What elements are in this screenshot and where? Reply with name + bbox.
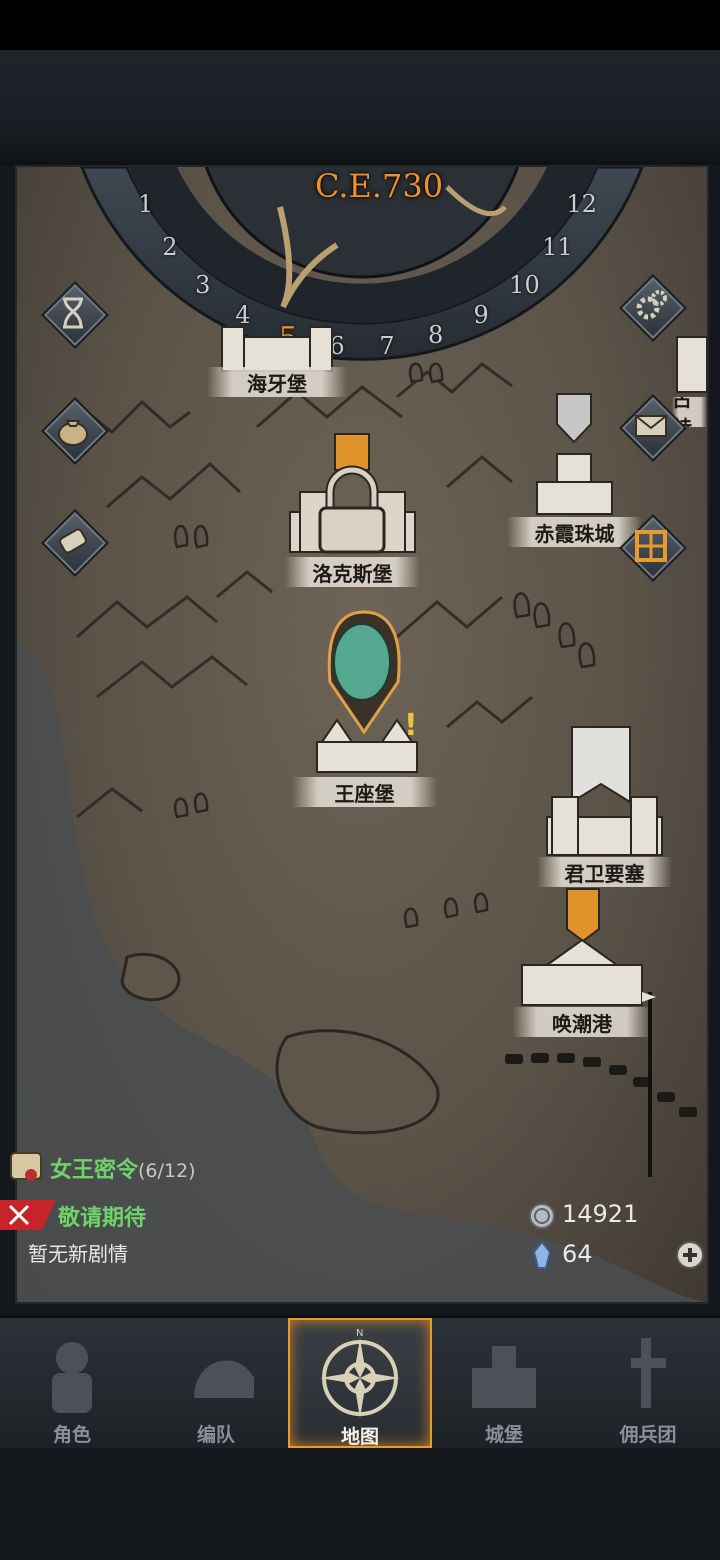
- money-bag-button[interactable]: [41, 397, 109, 465]
- stay-tuned-label: 敬请期待: [58, 1206, 147, 1231]
- plus-icon[interactable]: [675, 1240, 705, 1270]
- banner: [566, 888, 600, 943]
- silver-amount: 14921: [562, 1200, 639, 1228]
- mail-icon: [635, 415, 667, 437]
- tab-label: 佣兵团: [619, 1424, 677, 1446]
- location-junweiyaosai[interactable]: 君卫要塞: [537, 722, 672, 887]
- tab-label: 角色: [52, 1424, 91, 1446]
- castle-icon: [521, 888, 643, 1006]
- crossed-swords-icon: [0, 1200, 56, 1230]
- scroll-button[interactable]: [41, 509, 109, 577]
- castle-tab-icon: [472, 1346, 536, 1408]
- flag-pole: [642, 992, 656, 1177]
- quest-progress: (6/12): [138, 1160, 196, 1182]
- tab-character[interactable]: 角色: [0, 1318, 144, 1448]
- banner: [334, 433, 370, 471]
- road-marks: [505, 1053, 697, 1117]
- hero-marker: !: [316, 610, 418, 773]
- tab-label: 地图: [340, 1426, 379, 1448]
- knight-icon: [52, 1342, 92, 1413]
- hourglass-button[interactable]: [41, 281, 109, 349]
- world-map[interactable]: C.E.730 123456789101112 海牙堡 洛克斯堡: [15, 165, 709, 1304]
- money-bag-icon: [58, 420, 88, 446]
- month-8[interactable]: 8: [424, 321, 448, 349]
- svg-text:N: N: [356, 1328, 363, 1339]
- month-1[interactable]: 1: [134, 190, 158, 218]
- month-9[interactable]: 9: [469, 301, 493, 329]
- grid-button[interactable]: [619, 514, 687, 582]
- tab-label: 编队: [196, 1424, 235, 1446]
- location-name: 洛克斯堡: [285, 557, 420, 587]
- bottom-nav: 角色 编队 N 地图 城堡 佣兵团: [0, 1315, 720, 1448]
- crystal-amount: 64: [562, 1240, 593, 1268]
- location-luokesibao[interactable]: 洛克斯堡: [285, 432, 420, 587]
- top-frieze: [0, 50, 720, 165]
- tab-label: 城堡: [484, 1424, 523, 1446]
- tab-map[interactable]: N 地图: [288, 1318, 432, 1448]
- location-wangzuobao[interactable]: ! 王座堡: [292, 607, 437, 807]
- castle-icon: [546, 726, 663, 856]
- location-haiyabao[interactable]: 海牙堡: [207, 307, 347, 397]
- month-3[interactable]: 3: [191, 271, 215, 299]
- hourglass-icon: [63, 297, 83, 329]
- month-12[interactable]: 12: [566, 190, 597, 218]
- empty-banner: [571, 726, 631, 804]
- month-7[interactable]: 7: [375, 332, 399, 360]
- location-name: 王座堡: [292, 777, 437, 807]
- sword-banner-icon: [631, 1338, 666, 1408]
- silver-coin-icon: [529, 1203, 555, 1229]
- location-name: 君卫要塞: [537, 857, 672, 887]
- calendar-year: C.E.730: [315, 167, 444, 205]
- alert-icon: !: [404, 708, 418, 743]
- tab-formation[interactable]: 编队: [144, 1318, 288, 1448]
- quest-title: 女王密令: [50, 1158, 139, 1183]
- settings-button[interactable]: [619, 274, 687, 342]
- grid-icon: [635, 530, 667, 562]
- location-name: 唤潮港: [512, 1007, 652, 1037]
- crystal-icon: [532, 1240, 552, 1269]
- wolf-banner: [556, 393, 592, 444]
- mail-button[interactable]: [619, 394, 687, 462]
- no-news-label: 暂无新剧情: [28, 1242, 128, 1266]
- tab-mercenary[interactable]: 佣兵团: [576, 1318, 720, 1448]
- status-bar: [0, 0, 720, 50]
- month-11[interactable]: 11: [542, 233, 573, 261]
- castle-icon: [289, 433, 416, 554]
- month-2[interactable]: 2: [158, 233, 182, 261]
- compass-icon: N: [320, 1328, 400, 1418]
- tab-castle[interactable]: 城堡: [432, 1318, 576, 1448]
- month-10[interactable]: 10: [509, 271, 540, 299]
- location-huanchaogang[interactable]: 唤潮港: [512, 887, 652, 1037]
- scroll-icon: [59, 528, 87, 554]
- lock-icon: [318, 465, 386, 554]
- helmet-icon: [333, 623, 391, 701]
- gear-icon: [636, 290, 667, 320]
- location-name: 海牙堡: [207, 367, 347, 397]
- quest-title-row[interactable]: 女王密令(6/12): [50, 1152, 196, 1184]
- helmet-icon: [194, 1360, 254, 1398]
- scroll-quest-icon: [10, 1152, 42, 1181]
